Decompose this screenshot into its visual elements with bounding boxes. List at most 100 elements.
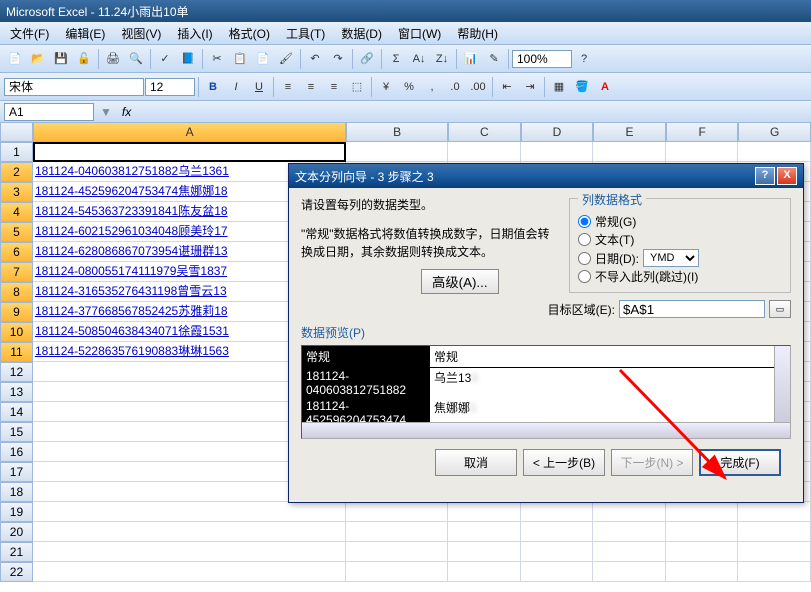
cell[interactable] <box>33 142 346 162</box>
row-header[interactable]: 5 <box>0 222 33 242</box>
menu-tools[interactable]: 工具(T) <box>280 23 331 44</box>
permission-icon[interactable]: 🔓 <box>73 48 95 70</box>
row-header[interactable]: 2 <box>0 162 33 182</box>
row-header[interactable]: 13 <box>0 382 33 402</box>
redo-icon[interactable]: ↷ <box>327 48 349 70</box>
select-all-corner[interactable] <box>0 122 33 142</box>
date-format-select[interactable]: YMD <box>643 249 699 267</box>
cell[interactable] <box>666 562 739 582</box>
cell[interactable] <box>738 562 811 582</box>
cell[interactable] <box>448 142 521 162</box>
col-header-d[interactable]: D <box>521 122 594 142</box>
row-header[interactable]: 18 <box>0 482 33 502</box>
pv-col2-header[interactable]: 常规 <box>430 346 750 367</box>
row-header[interactable]: 4 <box>0 202 33 222</box>
font-name-select[interactable]: 宋体 <box>4 78 144 96</box>
col-header-f[interactable]: F <box>666 122 739 142</box>
currency-icon[interactable]: ¥ <box>375 76 397 98</box>
cell[interactable] <box>593 542 666 562</box>
dec-indent-icon[interactable]: ⇤ <box>496 76 518 98</box>
fmt-text-radio[interactable]: 文本(T) <box>578 231 782 248</box>
cell[interactable] <box>448 542 521 562</box>
destination-input[interactable] <box>619 300 765 318</box>
borders-icon[interactable]: ▦ <box>548 76 570 98</box>
cell[interactable] <box>666 142 739 162</box>
fill-color-icon[interactable]: 🪣 <box>571 76 593 98</box>
menu-data[interactable]: 数据(D) <box>335 23 388 44</box>
cell[interactable] <box>346 542 448 562</box>
col-header-b[interactable]: B <box>346 122 448 142</box>
menu-help[interactable]: 帮助(H) <box>451 23 504 44</box>
menu-file[interactable]: 文件(F) <box>4 23 55 44</box>
cell[interactable] <box>593 142 666 162</box>
cell[interactable] <box>448 562 521 582</box>
row-header[interactable]: 12 <box>0 362 33 382</box>
format-painter-icon[interactable]: 🖌 <box>275 48 297 70</box>
col-header-e[interactable]: E <box>593 122 666 142</box>
pv-col1-header[interactable]: 常规 <box>302 346 430 367</box>
chart-icon[interactable]: 📊 <box>460 48 482 70</box>
collapse-ref-button[interactable]: ▭ <box>769 300 791 318</box>
fmt-date-radio[interactable]: 日期(D): YMD <box>578 249 782 267</box>
menu-edit[interactable]: 编辑(E) <box>59 23 111 44</box>
cell[interactable] <box>521 542 594 562</box>
close-button[interactable]: X <box>777 167 797 185</box>
cell[interactable] <box>593 502 666 522</box>
spell-icon[interactable]: ✓ <box>154 48 176 70</box>
row-header[interactable]: 9 <box>0 302 33 322</box>
cell[interactable] <box>33 502 346 522</box>
row-header[interactable]: 22 <box>0 562 33 582</box>
comma-icon[interactable]: , <box>421 76 443 98</box>
row-header[interactable]: 20 <box>0 522 33 542</box>
fmt-skip-radio[interactable]: 不导入此列(跳过)(I) <box>578 268 782 285</box>
cell[interactable] <box>666 542 739 562</box>
col-header-g[interactable]: G <box>738 122 811 142</box>
cell[interactable] <box>593 562 666 582</box>
col-header-a[interactable]: A <box>33 122 346 142</box>
align-left-icon[interactable]: ≡ <box>277 76 299 98</box>
zoom-select[interactable]: 100% <box>512 50 572 68</box>
cell[interactable] <box>521 562 594 582</box>
cell[interactable] <box>738 542 811 562</box>
row-header[interactable]: 21 <box>0 542 33 562</box>
open-icon[interactable]: 📂 <box>27 48 49 70</box>
row-header[interactable]: 3 <box>0 182 33 202</box>
row-header[interactable]: 6 <box>0 242 33 262</box>
cell[interactable] <box>346 522 448 542</box>
row-header[interactable]: 7 <box>0 262 33 282</box>
name-box[interactable]: A1 <box>4 103 94 121</box>
research-icon[interactable]: 📘 <box>177 48 199 70</box>
copy-icon[interactable]: 📋 <box>229 48 251 70</box>
font-size-select[interactable]: 12 <box>145 78 195 96</box>
sort-desc-icon[interactable]: Z↓ <box>431 48 453 70</box>
help-button[interactable]: ? <box>755 167 775 185</box>
row-header[interactable]: 10 <box>0 322 33 342</box>
bold-icon[interactable]: B <box>202 76 224 98</box>
preview-scrollbar-h[interactable] <box>302 422 790 438</box>
inc-indent-icon[interactable]: ⇥ <box>519 76 541 98</box>
cell[interactable] <box>738 142 811 162</box>
cell[interactable] <box>346 562 448 582</box>
dec-decimal-icon[interactable]: .00 <box>467 76 489 98</box>
font-color-icon[interactable]: A <box>594 76 616 98</box>
row-header[interactable]: 15 <box>0 422 33 442</box>
print-icon[interactable]: 🖨 <box>102 48 124 70</box>
cell[interactable] <box>521 502 594 522</box>
paste-icon[interactable]: 📄 <box>252 48 274 70</box>
cell[interactable] <box>521 522 594 542</box>
underline-icon[interactable]: U <box>248 76 270 98</box>
fx-icon[interactable]: fx <box>122 105 131 119</box>
row-header[interactable]: 1 <box>0 142 33 162</box>
cell[interactable] <box>666 522 739 542</box>
merge-icon[interactable]: ⬚ <box>346 76 368 98</box>
cell[interactable] <box>33 562 346 582</box>
menu-insert[interactable]: 插入(I) <box>171 23 218 44</box>
cell[interactable] <box>33 542 346 562</box>
row-header[interactable]: 8 <box>0 282 33 302</box>
row-header[interactable]: 11 <box>0 342 33 362</box>
cell[interactable] <box>593 522 666 542</box>
cell[interactable] <box>346 502 448 522</box>
new-icon[interactable]: 📄 <box>4 48 26 70</box>
preview-scrollbar-v[interactable] <box>774 346 790 422</box>
cancel-button[interactable]: 取消 <box>435 449 517 476</box>
